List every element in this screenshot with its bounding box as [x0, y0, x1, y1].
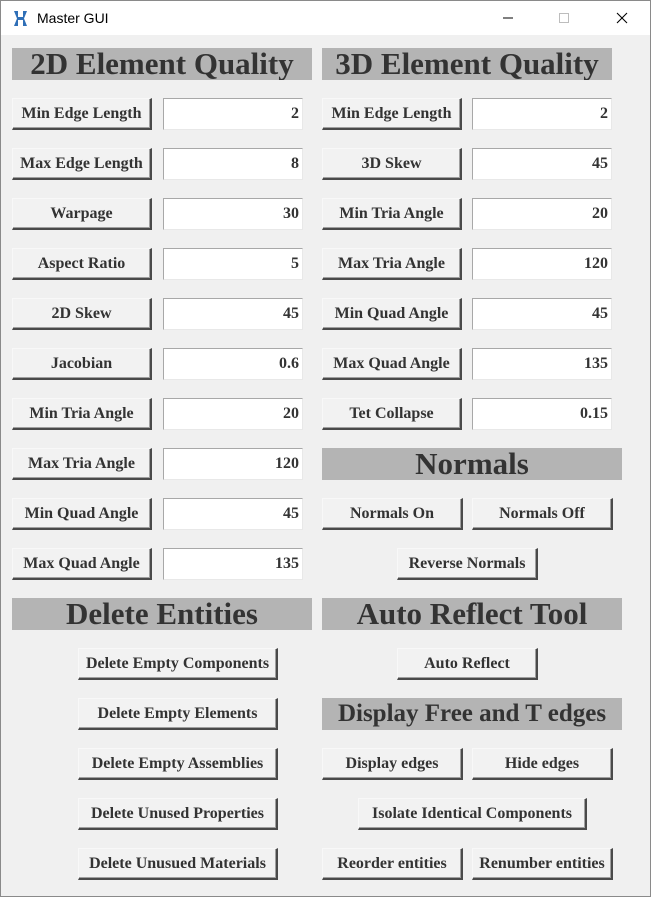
header-delete-entities: Delete Entities [12, 598, 312, 630]
master-gui-window: Master GUI 2D Element Quality Min Edge L… [0, 0, 651, 897]
button-2d-aspect-ratio[interactable]: Aspect Ratio [12, 248, 152, 280]
delete-empty-elements-button[interactable]: Delete Empty Elements [78, 698, 278, 730]
normals-on-button[interactable]: Normals On [322, 498, 463, 530]
button-3d-min-tria-angle[interactable]: Min Tria Angle [322, 198, 462, 230]
input-3d-min-quad-angle[interactable]: 45 [472, 298, 612, 330]
auto-reflect-button[interactable]: Auto Reflect [397, 648, 538, 680]
input-2d-min-tria-angle[interactable]: 20 [163, 398, 303, 430]
header-normals: Normals [322, 448, 622, 480]
header-2d-element-quality: 2D Element Quality [12, 48, 312, 80]
input-2d-aspect-ratio[interactable]: 5 [163, 248, 303, 280]
reorder-entities-button[interactable]: Reorder entities [322, 848, 463, 880]
button-3d-min-quad-angle[interactable]: Min Quad Angle [322, 298, 462, 330]
isolate-identical-components-button[interactable]: Isolate Identical Components [358, 798, 587, 830]
input-3d-min-edge-length[interactable]: 2 [472, 98, 612, 130]
button-2d-min-quad-angle[interactable]: Min Quad Angle [12, 498, 152, 530]
button-2d-min-tria-angle[interactable]: Min Tria Angle [12, 398, 152, 430]
delete-unused-materials-button[interactable]: Delete Unusued Materials [78, 848, 278, 880]
button-2d-jacobian[interactable]: Jacobian [12, 348, 152, 380]
input-3d-min-tria-angle[interactable]: 20 [472, 198, 612, 230]
button-3d-skew[interactable]: 3D Skew [322, 148, 462, 180]
button-3d-max-tria-angle[interactable]: Max Tria Angle [322, 248, 462, 280]
button-3d-min-edge-length[interactable]: Min Edge Length [322, 98, 462, 130]
input-2d-max-tria-angle[interactable]: 120 [163, 448, 303, 480]
delete-empty-components-button[interactable]: Delete Empty Components [78, 648, 278, 680]
button-3d-tet-collapse[interactable]: Tet Collapse [322, 398, 462, 430]
app-logo-icon [12, 10, 29, 27]
input-3d-skew[interactable]: 45 [472, 148, 612, 180]
input-2d-warpage[interactable]: 30 [163, 198, 303, 230]
button-2d-warpage[interactable]: Warpage [12, 198, 152, 230]
button-3d-max-quad-angle[interactable]: Max Quad Angle [322, 348, 462, 380]
hide-edges-button[interactable]: Hide edges [472, 748, 613, 780]
button-2d-max-tria-angle[interactable]: Max Tria Angle [12, 448, 152, 480]
delete-unused-properties-button[interactable]: Delete Unused Properties [78, 798, 278, 830]
button-2d-min-edge-length[interactable]: Min Edge Length [12, 98, 152, 130]
minimize-icon[interactable] [485, 1, 531, 35]
button-2d-max-edge-length[interactable]: Max Edge Length [12, 148, 152, 180]
maximize-icon[interactable] [541, 1, 587, 35]
input-3d-tet-collapse[interactable]: 0.15 [472, 398, 612, 430]
input-2d-max-edge-length[interactable]: 8 [163, 148, 303, 180]
input-3d-max-quad-angle[interactable]: 135 [472, 348, 612, 380]
normals-off-button[interactable]: Normals Off [472, 498, 613, 530]
input-2d-max-quad-angle[interactable]: 135 [163, 548, 303, 580]
input-2d-min-quad-angle[interactable]: 45 [163, 498, 303, 530]
button-2d-max-quad-angle[interactable]: Max Quad Angle [12, 548, 152, 580]
reverse-normals-button[interactable]: Reverse Normals [397, 548, 538, 580]
input-3d-max-tria-angle[interactable]: 120 [472, 248, 612, 280]
input-2d-skew[interactable]: 45 [163, 298, 303, 330]
title-bar[interactable]: Master GUI [1, 1, 650, 35]
delete-empty-assemblies-button[interactable]: Delete Empty Assemblies [78, 748, 278, 780]
header-3d-element-quality: 3D Element Quality [322, 48, 612, 80]
close-icon[interactable] [599, 1, 645, 35]
input-2d-min-edge-length[interactable]: 2 [163, 98, 303, 130]
input-2d-jacobian[interactable]: 0.6 [163, 348, 303, 380]
window-title: Master GUI [37, 10, 109, 26]
button-2d-skew[interactable]: 2D Skew [12, 298, 152, 330]
renumber-entities-button[interactable]: Renumber entities [472, 848, 613, 880]
header-display-free-t-edges: Display Free and T edges [322, 698, 622, 730]
display-edges-button[interactable]: Display edges [322, 748, 463, 780]
header-auto-reflect-tool: Auto Reflect Tool [322, 598, 622, 630]
